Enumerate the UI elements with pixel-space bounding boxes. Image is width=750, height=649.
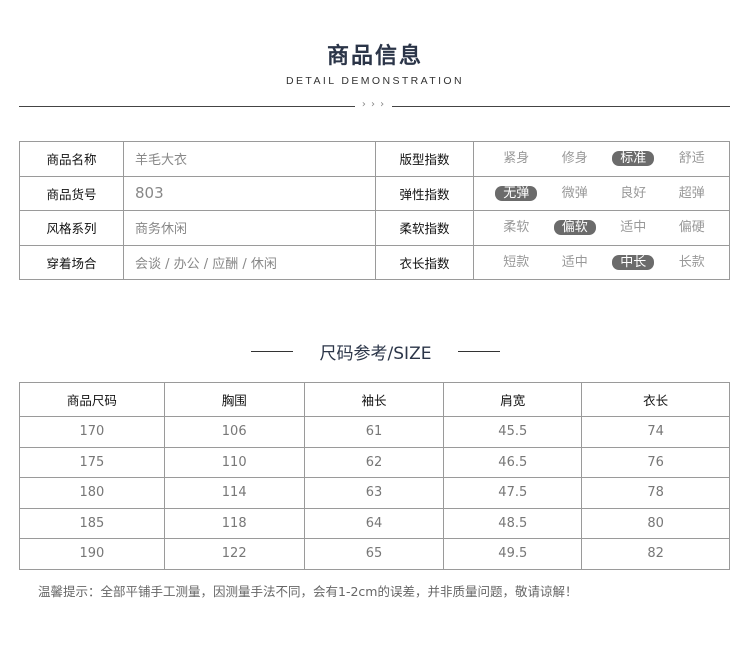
size-cell: 175 [19,446,165,478]
size-cell: 74 [581,416,730,448]
info-value: 会谈 / 办公 / 应酬 / 休闲 [123,244,376,280]
page-title: 商品信息 [326,44,423,69]
size-row: 170 106 61 45.5 74 [19,416,730,448]
scale-option-text: 标准 [612,151,655,167]
info-value: 商务休闲 [123,210,376,246]
scale-option: 偏硬 [663,220,722,235]
size-row: 175 110 62 46.5 76 [19,446,730,478]
size-row: 185 118 64 48.5 80 [19,507,730,539]
scale-option: 紧身 [487,151,546,166]
scale-option-text: 偏硬 [678,220,705,236]
page-subtitle: DETAIL DEMONSTRATION [286,75,464,87]
scale-option-text: 柔软 [503,220,530,236]
size-cell: 45.5 [443,416,583,448]
product-info-table: 商品名称 羊毛大衣 版型指数 紧身 修身 标准 舒适商品货号 803 弹性指数 无弹 微弹 良好 超弹风… [19,141,730,280]
size-cell: 65 [303,538,445,570]
scale-option: 良好 [604,186,663,201]
info-label: 商品货号 [19,175,124,211]
scale-option: 短款 [487,255,546,270]
size-cell: 46.5 [443,446,583,478]
measurement-note: 温馨提示：全部平铺手工测量，因测量手法不同，会有1-2cm的误差，并非质量问题，… [38,584,578,599]
scale-label: 柔软指数 [375,210,474,246]
scale-options: 柔软 偏软 适中 偏硬 [473,210,730,246]
scale-option-text: 偏软 [553,220,596,236]
size-cell: 49.5 [443,538,583,570]
size-cell: 118 [163,507,305,539]
divider-left [19,106,355,107]
info-value: 羊毛大衣 [123,141,376,177]
scale-option: 柔软 [487,220,546,235]
scale-options: 紧身 修身 标准 舒适 [473,141,730,177]
size-cell: 82 [581,538,730,570]
size-cell: 47.5 [443,477,583,509]
size-header-cell: 衣长 [581,382,730,417]
size-row: 180 114 63 47.5 78 [19,477,730,509]
scale-option-text: 适中 [620,220,647,236]
size-cell: 122 [163,538,305,570]
info-row: 商品名称 羊毛大衣 版型指数 紧身 修身 标准 舒适 [19,141,730,177]
size-cell: 114 [163,477,305,509]
scale-option-text: 短款 [503,254,530,270]
size-cell: 61 [303,416,445,448]
scale-option: 微弹 [546,186,605,201]
scale-option-selected: 偏软 [546,220,605,236]
size-header-cell: 肩宽 [443,382,583,417]
scale-option-selected: 无弹 [487,185,546,201]
scale-option: 修身 [546,151,605,166]
scale-label: 版型指数 [375,141,474,177]
size-cell: 48.5 [443,507,583,539]
size-cell: 63 [303,477,445,509]
scale-label: 衣长指数 [375,244,474,280]
size-cell: 80 [581,507,730,539]
info-row: 商品货号 803 弹性指数 无弹 微弹 良好 超弹 [19,175,730,211]
info-label: 风格系列 [19,210,124,246]
scale-option-text: 良好 [620,185,647,201]
info-row: 风格系列 商务休闲 柔软指数 柔软 偏软 适中 偏硬 [19,210,730,246]
scale-option-text: 修身 [561,151,588,167]
scale-label: 弹性指数 [375,175,474,211]
size-cell: 110 [163,446,305,478]
size-cell: 190 [19,538,165,570]
size-row: 190 122 65 49.5 82 [19,538,730,570]
scale-option-text: 紧身 [503,151,530,167]
scale-option: 适中 [604,220,663,235]
size-title: 尺码参考/SIZE [319,344,432,364]
scale-option-selected: 中长 [604,254,663,270]
size-table: 商品尺码 胸围 袖长 肩宽 衣长 170 106 61 45.5 74 175 110 62 46.5 7… [19,382,730,570]
scale-option-text: 中长 [612,254,655,270]
size-cell: 170 [19,416,165,448]
size-title-line-right [458,351,500,352]
info-row: 穿着场合 会谈 / 办公 / 应酬 / 休闲 衣长指数 短款 适中 中长 长款 [19,244,730,280]
size-cell: 180 [19,477,165,509]
size-header-cell: 袖长 [303,382,445,417]
scale-options: 无弹 微弹 良好 超弹 [473,175,730,211]
size-title-line-left [251,351,293,352]
size-cell: 185 [19,507,165,539]
size-header-cell: 商品尺码 [19,382,165,417]
size-cell: 62 [303,446,445,478]
size-cell: 64 [303,507,445,539]
info-label: 商品名称 [19,141,124,177]
scale-option-text: 长款 [678,254,705,270]
scale-option: 长款 [663,255,722,270]
scale-option-text: 适中 [561,254,588,270]
size-cell: 76 [581,446,730,478]
size-header-cell: 胸围 [163,382,305,417]
divider-right [392,106,730,107]
scale-option-selected: 标准 [604,151,663,167]
scale-option: 舒适 [663,151,722,166]
scale-option: 超弹 [663,186,722,201]
divider-arrows-icon: › › › [361,99,386,110]
scale-option-text: 微弹 [561,185,588,201]
scale-options: 短款 适中 中长 长款 [473,244,730,280]
scale-option: 适中 [546,255,605,270]
scale-option-text: 无弹 [495,185,538,201]
info-value: 803 [123,175,376,211]
info-label: 穿着场合 [19,244,124,280]
scale-option-text: 超弹 [678,185,705,201]
scale-option-text: 舒适 [678,151,705,167]
size-cell: 106 [163,416,305,448]
size-cell: 78 [581,477,730,509]
